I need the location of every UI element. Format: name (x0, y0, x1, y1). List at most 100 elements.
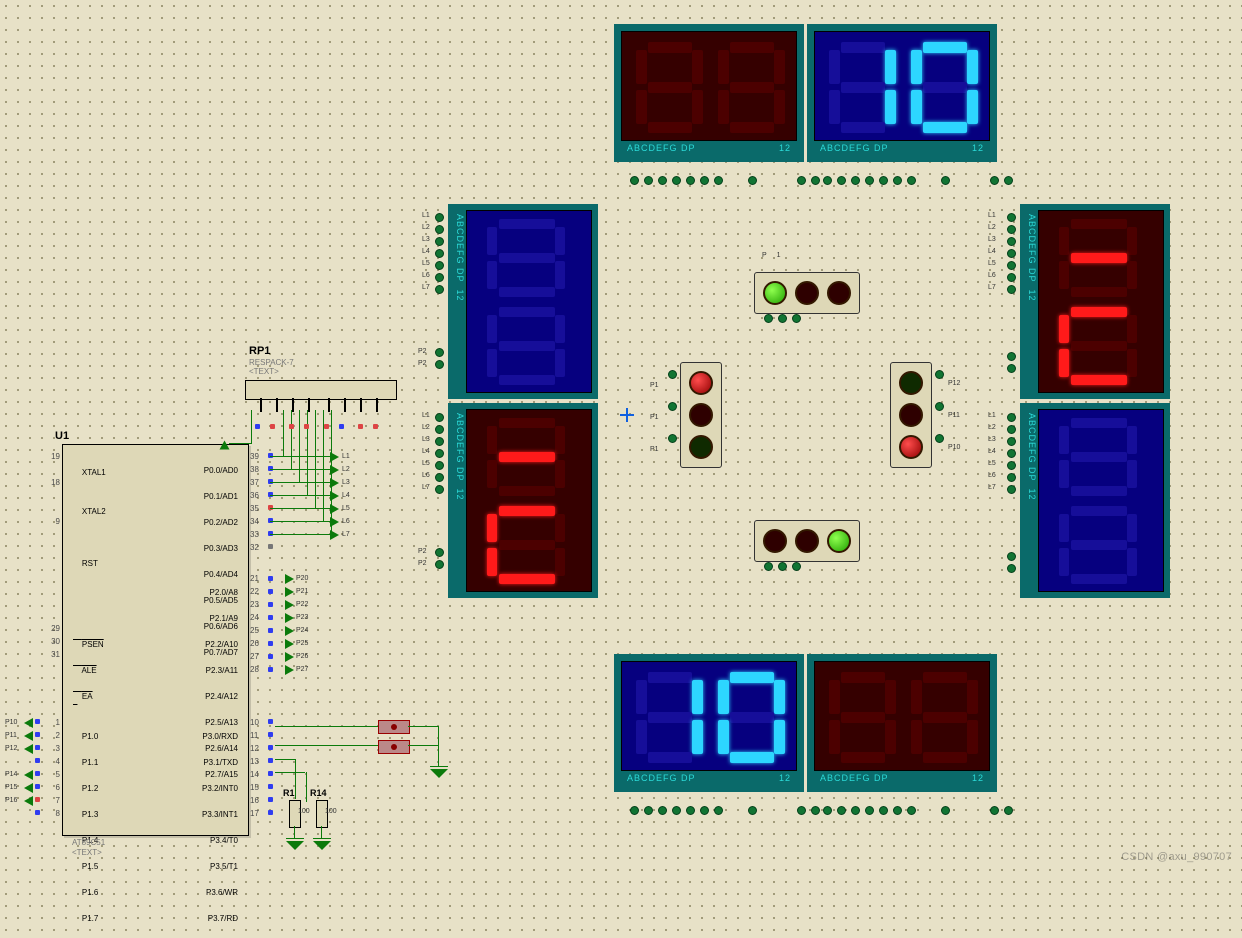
disp-pins-vert: ABCDEFG DP 12 (454, 409, 466, 592)
net-label: L3 (422, 236, 430, 243)
net-label: L5 (988, 460, 996, 467)
r1-val: 100 (298, 808, 310, 815)
disp-pins-abc: ABCDEFG DP (820, 773, 889, 783)
net-label: L6 (988, 272, 996, 279)
net-label: L5 (422, 260, 430, 267)
mcu-tag: <TEXT> (72, 848, 102, 857)
pin-num: 29 (51, 624, 60, 633)
disp-pins-abc: ABCDEFG DP (627, 773, 696, 783)
net-label: P11 (5, 732, 17, 739)
disp-pins-vert: ABCDEFG DP 12 (454, 210, 466, 393)
pin-num: 4 (56, 757, 60, 766)
net-label: P1 (762, 252, 791, 259)
traffic-light-right (890, 362, 932, 468)
pin-label: P1.6 (82, 888, 98, 897)
pin-label: P1.1 (82, 758, 98, 767)
disp-pins-vert: ABCDEFG DP 12 (1026, 409, 1038, 592)
display-top-red: ABCDEFG DP12 (614, 24, 804, 162)
net-label: L2 (988, 224, 996, 231)
display-bottom-blue: ABCDEFG DP 12 (614, 654, 804, 792)
net-label: L7 (422, 284, 430, 291)
net-label: L1 (422, 412, 430, 419)
pin-num: 5 (56, 770, 60, 779)
disp-pins-abc: ABCDEFG DP (820, 143, 889, 153)
net-label: P20 (296, 575, 308, 582)
pin-label: P3.3/INT1 (202, 810, 238, 819)
net-label: L2 (988, 424, 996, 431)
pin-num: 30 (51, 637, 60, 646)
pin-label: PSEN (82, 640, 104, 649)
pin-num: 14 (250, 770, 259, 779)
net-label: L4 (988, 248, 996, 255)
pin-num: 19 (51, 452, 60, 461)
pin-label: P0.3/AD3 (204, 544, 238, 553)
display-left-bottom: ABCDEFG DP 12 (448, 403, 598, 598)
pin-num: 11 (250, 731, 258, 740)
push-button-1[interactable] (378, 720, 410, 734)
net-label: P1 (650, 382, 659, 389)
pin-label: P1.3 (82, 810, 98, 819)
traffic-light-bottom (754, 520, 860, 562)
pin-num: 17 (250, 809, 259, 818)
net-label: L6 (422, 272, 430, 279)
pin-num: 9 (56, 517, 60, 526)
display-top-blue: ABCDEFG DP 12 (807, 24, 997, 162)
disp-pins-grp: 12 (779, 773, 791, 783)
pin-num: 16 (250, 796, 259, 805)
net-label: P21 (296, 588, 308, 595)
resnet-part: RESPACK-7 (249, 358, 294, 367)
net-label: L2 (342, 466, 350, 473)
net-label: L6 (342, 518, 350, 525)
pin-num: 18 (51, 478, 60, 487)
net-label: P1 (650, 446, 659, 453)
pin-label: EA (82, 692, 93, 701)
display-right-bottom: ABCDEFG DP 12 (1020, 403, 1170, 598)
pin-label: P3.1/TXD (203, 758, 238, 767)
pin-label: P2.0/A8 (210, 588, 238, 597)
net-label: L7 (342, 531, 350, 538)
pin-label: P3.5/T1 (210, 862, 238, 871)
display-bottom-red: ABCDEFG DP12 (807, 654, 997, 792)
pin-num: 15 (250, 783, 259, 792)
pin-num: 27 (250, 652, 259, 661)
net-label: P12 (948, 380, 960, 387)
pin-num: 24 (250, 613, 259, 622)
push-button-2[interactable] (378, 740, 410, 754)
net-label: P23 (296, 614, 308, 621)
display-left-top: ABCDEFG DP 12 (448, 204, 598, 399)
pin-label: XTAL2 (82, 507, 106, 516)
pin-label: P2.4/A12 (205, 692, 238, 701)
net-label: P10 (948, 444, 960, 451)
pin-label: P1.5 (82, 862, 98, 871)
pin-num: 3 (56, 744, 60, 753)
pin-label: P1.7 (82, 914, 98, 923)
net-label: P11 (948, 412, 960, 419)
disp-pins-vert: ABCDEFG DP 12 (1026, 210, 1038, 393)
traffic-light-top (754, 272, 860, 314)
disp-pins-grp: 12 (972, 143, 984, 153)
pin-label: P2.3/A11 (206, 666, 238, 675)
pin-label: P3.7/RD (208, 914, 238, 923)
r14-ref: R14 (310, 788, 327, 798)
pin-label: P3.0/RXD (202, 732, 238, 741)
pin-label: P0.1/AD1 (204, 492, 238, 501)
pin-label: P2.2/A10 (205, 640, 238, 649)
traffic-light-left (680, 362, 722, 468)
watermark-text: CSDN @axu_990707 (1121, 851, 1232, 863)
pin-num: 6 (56, 783, 60, 792)
r1-ref: R1 (283, 788, 295, 798)
pin-num: 21 (250, 574, 259, 583)
cursor-icon (620, 408, 634, 422)
net-label: L7 (422, 484, 430, 491)
net-label: L1 (988, 212, 996, 219)
disp-pins-abc: ABCDEFG DP (627, 143, 696, 153)
mcu-ref: U1 (55, 430, 69, 442)
net-label: P2 (418, 348, 427, 355)
net-label: L3 (988, 436, 996, 443)
net-label: L7 (988, 284, 996, 291)
net-label: P16 (5, 797, 17, 804)
net-label: P27 (296, 666, 308, 673)
net-label: P1 (650, 414, 659, 421)
pin-num: 33 (250, 530, 259, 539)
net-label: P2 (418, 360, 427, 367)
